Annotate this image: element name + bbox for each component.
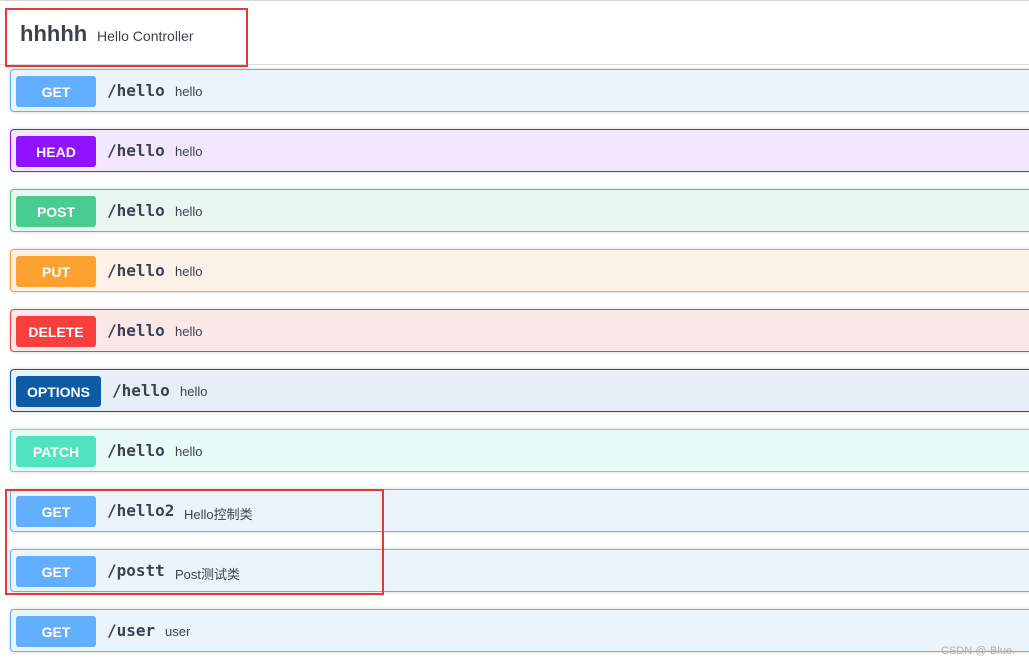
operation-row[interactable]: HEAD/hello hello — [10, 129, 1029, 172]
operation-summary: hello — [175, 84, 203, 99]
operation-path: /hello — [112, 381, 170, 400]
method-badge: GET — [16, 76, 96, 107]
method-badge: PATCH — [16, 436, 96, 467]
operation-row[interactable]: OPTIONS/hello hello — [10, 369, 1029, 412]
operation-path: /user — [107, 621, 156, 640]
operation-summary: hello — [175, 324, 203, 339]
operation-row[interactable]: GET/hello hello — [10, 69, 1029, 112]
highlight-box-operations — [5, 489, 384, 595]
operation-summary: user — [165, 624, 191, 639]
method-badge: POST — [16, 196, 96, 227]
highlight-box-header — [5, 8, 248, 67]
method-badge: PUT — [16, 256, 96, 287]
operation-path: /hello — [107, 201, 165, 220]
operation-row[interactable]: GET/user user — [10, 609, 1029, 652]
operation-path: /hello — [107, 141, 165, 160]
operation-summary: hello — [180, 384, 208, 399]
operation-summary: hello — [175, 144, 203, 159]
operation-row[interactable]: DELETE/hello hello — [10, 309, 1029, 352]
method-badge: OPTIONS — [16, 376, 101, 407]
method-badge: DELETE — [16, 316, 96, 347]
operation-summary: hello — [175, 204, 203, 219]
operation-path: /hello — [107, 81, 165, 100]
method-badge: HEAD — [16, 136, 96, 167]
swagger-page: hhhhh Hello Controller GET/hello hello HEA… — [0, 0, 1029, 666]
operation-path: /hello — [107, 321, 165, 340]
method-badge: GET — [16, 616, 96, 647]
operation-row[interactable]: PATCH/hello hello — [10, 429, 1029, 472]
operation-path: /hello — [107, 261, 165, 280]
operation-row[interactable]: POST/hello hello — [10, 189, 1029, 232]
operation-summary: hello — [175, 444, 203, 459]
operation-summary: hello — [175, 264, 203, 279]
watermark: CSDN @-Blue. — [941, 645, 1016, 657]
operation-path: /hello — [107, 441, 165, 460]
operation-row[interactable]: PUT/hello hello — [10, 249, 1029, 292]
